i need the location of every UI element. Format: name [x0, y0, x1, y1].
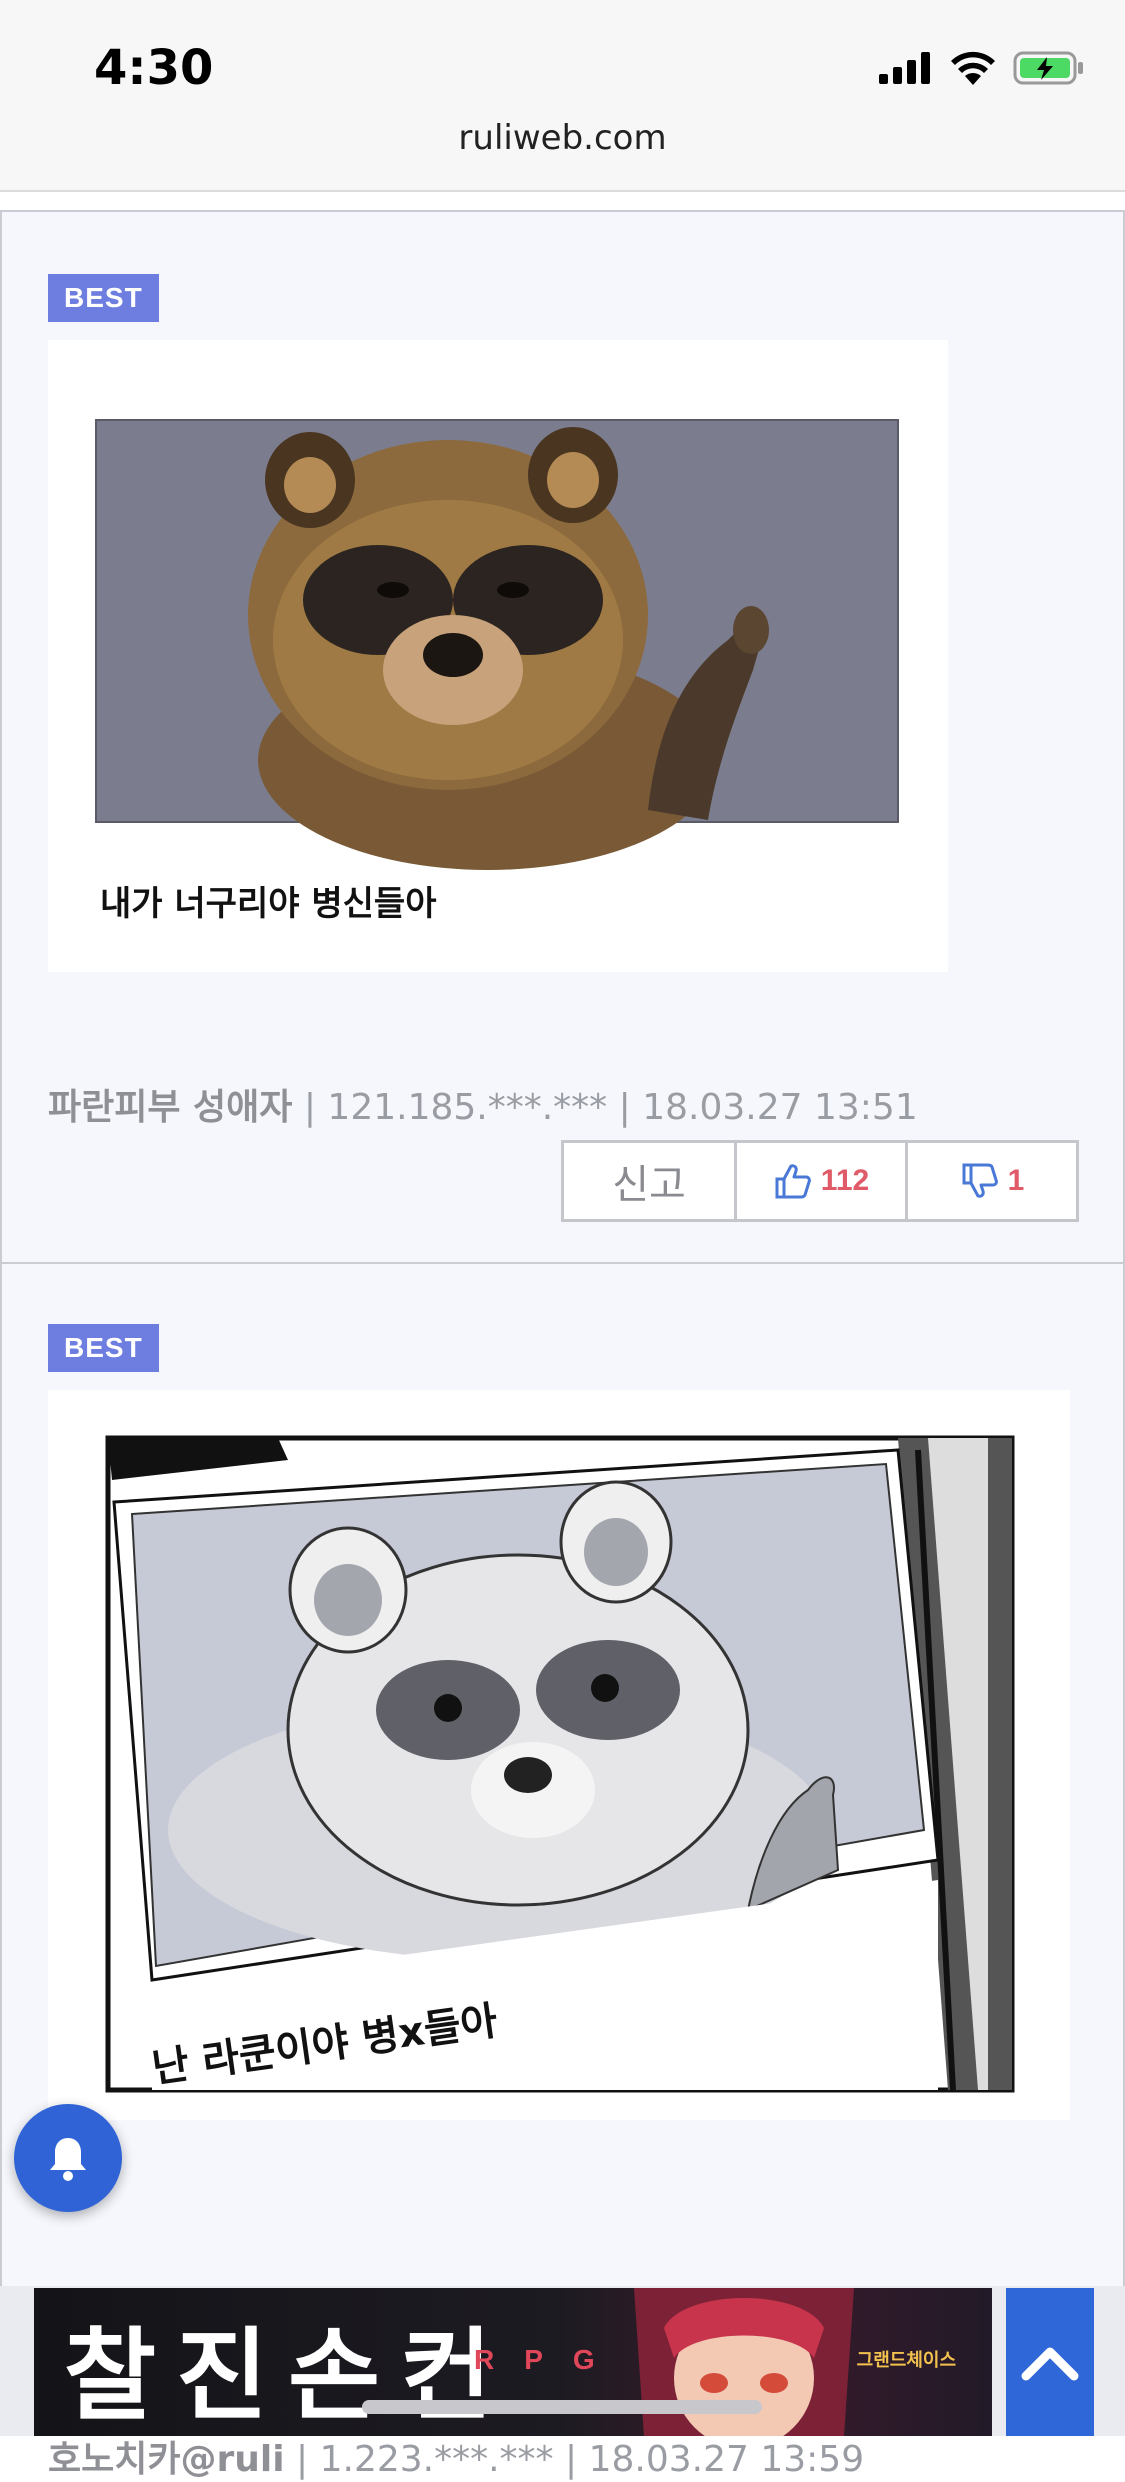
battery-charging-icon — [1013, 51, 1083, 85]
best-badge: BEST — [48, 1324, 159, 1372]
chevron-up-icon — [1021, 2347, 1079, 2381]
comment-datetime: 18.03.27 13:51 — [642, 1087, 918, 1128]
meta-separator: | — [618, 1087, 631, 1128]
comment-meta: 파란피부 성애자 | 121.185.***.*** | 18.03.27 13… — [48, 1078, 918, 1130]
raccoon-manga-panel — [105, 1435, 1015, 2093]
report-button[interactable]: 신고 — [564, 1143, 737, 1219]
thumbs-down-icon — [962, 1163, 998, 1198]
comment-image[interactable]: 난 라쿤이야 병x들아 — [48, 1390, 1070, 2120]
meta-separator: | — [296, 2439, 309, 2480]
comment-list: BEST 내가 너구리야 병신들아 파란피부 성애자 | 121.185.***… — [0, 210, 1125, 2480]
best-comment: BEST — [0, 210, 1125, 1264]
comment-author[interactable]: 파란피부 성애자 — [48, 1087, 292, 1128]
ad-logo: 그랜드체이스 — [856, 2350, 956, 2370]
comment-author[interactable]: 호노치카@ruli — [48, 2439, 285, 2480]
ad-title: 찰진손컨 — [64, 2317, 512, 2434]
dislike-button[interactable]: 1 — [908, 1143, 1076, 1219]
scroll-to-top-button[interactable] — [1006, 2288, 1094, 2436]
thumbs-up-icon — [775, 1164, 811, 1199]
comment-meta: 호노치카@ruli | 1.223.***.*** | 18.03.27 13:… — [48, 2430, 864, 2482]
comment-ip: 1.223.***.*** — [319, 2439, 554, 2480]
like-button[interactable]: 112 — [737, 1143, 908, 1219]
image-caption: 내가 너구리야 병신들아 — [100, 884, 437, 924]
meta-separator: | — [303, 1087, 316, 1128]
meta-separator: | — [565, 2439, 578, 2480]
comment-datetime: 18.03.27 13:59 — [588, 2439, 865, 2480]
status-icons — [879, 48, 1085, 88]
home-indicator — [362, 2400, 762, 2414]
best-badge: BEST — [48, 274, 159, 322]
browser-top-bar: 4:30 ruliweb.com — [0, 0, 1125, 192]
status-time: 4:30 — [94, 40, 214, 96]
notification-button[interactable] — [14, 2104, 122, 2212]
comment-actions: 신고 112 1 — [561, 1140, 1079, 1222]
dislike-count: 1 — [1007, 1164, 1025, 1197]
comment-image[interactable]: 내가 너구리야 병신들아 — [48, 340, 948, 972]
comment-ip: 121.185.***.*** — [327, 1087, 608, 1128]
like-count: 112 — [820, 1164, 870, 1197]
bell-icon — [50, 2138, 86, 2181]
best-comment: BEST — [0, 1262, 1125, 2480]
address-bar-url[interactable]: ruliweb.com — [0, 118, 1125, 158]
cellular-signal-icon — [879, 52, 930, 84]
wifi-icon — [951, 51, 995, 85]
